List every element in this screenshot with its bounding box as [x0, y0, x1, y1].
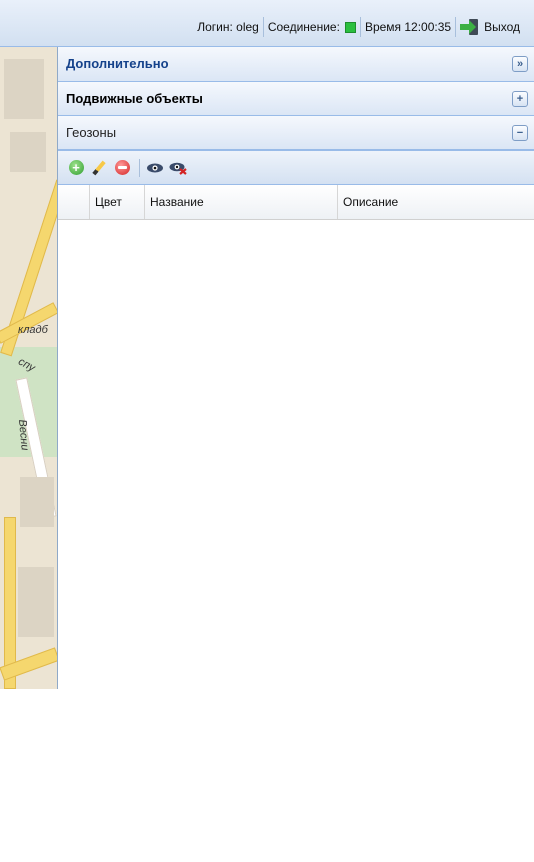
- column-header-color[interactable]: Цвет: [90, 185, 145, 219]
- login-label: Логин: oleg: [197, 20, 259, 34]
- accordion-title: Подвижные объекты: [66, 91, 203, 106]
- exit-door-icon: [460, 18, 480, 36]
- accordion-header-geozones[interactable]: Геозоны −: [58, 116, 534, 151]
- connection-status: Соединение:: [264, 17, 360, 37]
- clock-label: Время 12:00:35: [364, 20, 452, 34]
- status-bar: Логин: oleg Соединение: Время 12:00:35 В…: [0, 0, 534, 47]
- connection-label: Соединение:: [267, 20, 340, 34]
- delete-icon[interactable]: [113, 159, 131, 177]
- toolbar-separator: [139, 158, 140, 177]
- map-block: [4, 59, 44, 119]
- side-panel: Дополнительно » Подвижные объекты + Геоз…: [58, 47, 534, 862]
- geozones-toolbar: +: [58, 151, 534, 185]
- map-label: Весни: [16, 419, 31, 451]
- map-label: кладб: [18, 324, 48, 336]
- collapse-minus-icon[interactable]: −: [512, 125, 528, 141]
- hide-icon[interactable]: [169, 159, 187, 177]
- geozones-grid-body[interactable]: [58, 220, 534, 862]
- accordion-title: Геозоны: [66, 125, 117, 140]
- column-header-name[interactable]: Название: [145, 185, 338, 219]
- expand-plus-icon[interactable]: +: [512, 91, 528, 107]
- map-block: [10, 132, 46, 172]
- accordion-header-moving-objects[interactable]: Подвижные объекты +: [58, 82, 534, 116]
- add-icon[interactable]: +: [67, 159, 85, 177]
- geozones-grid-header: Цвет Название Описание: [58, 185, 534, 220]
- connection-indicator-icon: [344, 21, 356, 33]
- exit-label: Выход: [484, 20, 520, 34]
- column-header-select[interactable]: [58, 185, 90, 219]
- expand-double-chevron-icon[interactable]: »: [512, 56, 528, 72]
- map-view[interactable]: кладб спу Весни: [0, 47, 58, 689]
- edit-icon[interactable]: [90, 159, 108, 177]
- accordion-header-additional[interactable]: Дополнительно »: [58, 47, 534, 82]
- column-header-description[interactable]: Описание: [338, 185, 534, 219]
- accordion-title: Дополнительно: [66, 56, 169, 71]
- exit-button[interactable]: Выход: [456, 17, 524, 37]
- show-icon[interactable]: [146, 159, 164, 177]
- map-block: [18, 567, 54, 637]
- map-block: [20, 477, 54, 527]
